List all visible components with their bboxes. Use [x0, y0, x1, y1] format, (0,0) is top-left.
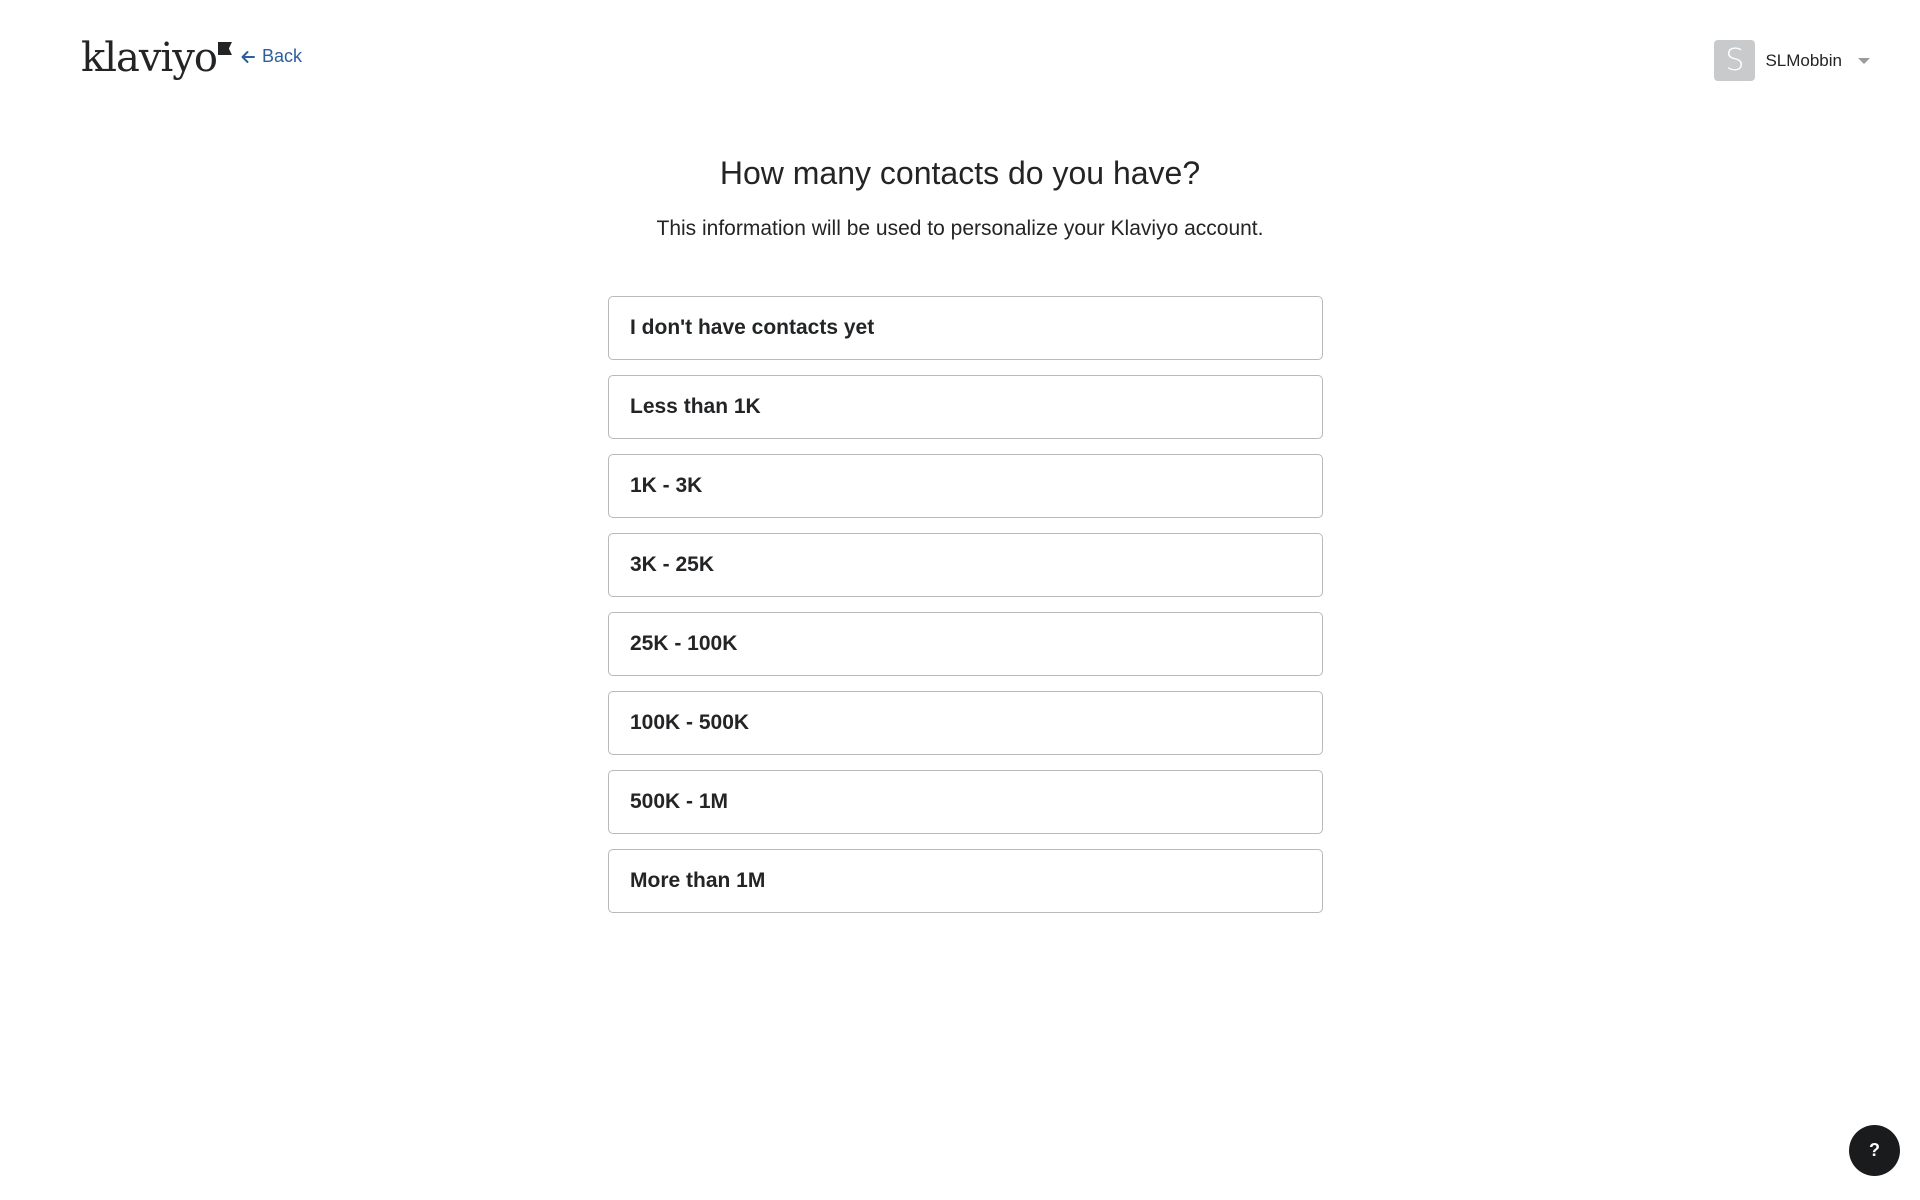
- arrow-left-icon: [240, 49, 256, 65]
- chevron-down-icon: [1858, 57, 1870, 64]
- option-more-than-1m[interactable]: More than 1M: [608, 849, 1323, 913]
- contact-count-options: I don't have contacts yet Less than 1K 1…: [608, 296, 1323, 928]
- main-content: How many contacts do you have? This info…: [0, 150, 1920, 913]
- option-3k-25k[interactable]: 3K - 25K: [608, 533, 1323, 597]
- back-link[interactable]: Back: [240, 46, 302, 67]
- option-25k-100k[interactable]: 25K - 100K: [608, 612, 1323, 676]
- option-500k-1m[interactable]: 500K - 1M: [608, 770, 1323, 834]
- back-label: Back: [262, 46, 303, 66]
- logo-flag-icon: [217, 42, 232, 55]
- help-button[interactable]: ?: [1849, 1125, 1900, 1176]
- page-subtitle: This information will be used to persona…: [656, 217, 1264, 240]
- user-name: SLMobbin: [1765, 50, 1842, 70]
- page: klaviyo Back S SLMobbin How many contact…: [0, 0, 1920, 1200]
- user-menu[interactable]: S SLMobbin: [1714, 40, 1870, 81]
- option-no-contacts[interactable]: I don't have contacts yet: [608, 296, 1323, 360]
- option-1k-3k[interactable]: 1K - 3K: [608, 454, 1323, 518]
- logo-wordmark: klaviyo: [81, 35, 218, 81]
- klaviyo-logo[interactable]: klaviyo: [81, 36, 232, 84]
- header: klaviyo Back S SLMobbin: [0, 0, 1920, 120]
- option-less-than-1k[interactable]: Less than 1K: [608, 375, 1323, 439]
- avatar: S: [1714, 40, 1756, 81]
- help-icon: ?: [1869, 1140, 1880, 1160]
- option-100k-500k[interactable]: 100K - 500K: [608, 691, 1323, 755]
- page-title: How many contacts do you have?: [719, 155, 1201, 191]
